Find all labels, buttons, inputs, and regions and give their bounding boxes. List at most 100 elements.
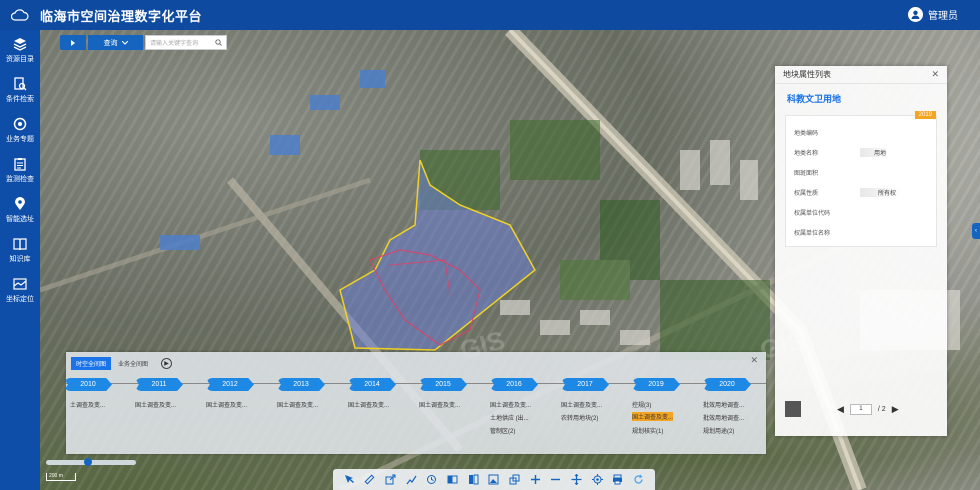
play-icon[interactable]: ▶ <box>161 358 173 369</box>
export-icon[interactable] <box>385 474 397 486</box>
sidebar-item-business-topic[interactable]: 业务专题 <box>0 110 40 150</box>
sidebar-item-label: 智能选址 <box>6 215 34 223</box>
tab-spatiotemporal[interactable]: 时空全间图 <box>71 357 112 370</box>
panel-toggle-button[interactable] <box>60 35 86 50</box>
property-label: 图斑面积 <box>794 170 819 177</box>
timeline-year[interactable]: 2019 <box>632 378 680 391</box>
search-icon[interactable] <box>215 39 222 46</box>
timeline-year[interactable]: 2010 <box>64 378 112 391</box>
topic-icon <box>13 117 27 130</box>
timeline-item[interactable]: 国土调查及变... <box>348 400 389 409</box>
sidebar-item-label: 条件检索 <box>6 95 34 103</box>
next-page-icon[interactable]: ▶ <box>892 404 899 415</box>
pan-icon[interactable] <box>571 474 583 486</box>
timeline-item[interactable]: 土地供应 (出... <box>490 413 529 422</box>
map-scale: 200 m <box>46 458 141 481</box>
pager: ◀ 1 / 2 ▶ <box>785 398 940 420</box>
timeline-item[interactable]: 控规(3) <box>632 400 651 409</box>
user-name: 管理员 <box>928 11 958 22</box>
parcel-property-panel: 地块属性列表 ✕ 科教文卫用地 2019 地类编码 地类名称 用地 图斑面积 权… <box>775 66 947 436</box>
timeline-item[interactable]: 国土调查及变... <box>277 400 318 409</box>
timeline-item[interactable]: 土调查及变... <box>70 400 105 409</box>
sidebar-item-resource-catalog[interactable]: 资源目录 <box>0 30 40 70</box>
timeline-item[interactable]: 国土调查及变... <box>561 400 602 409</box>
property-value: 用地 <box>860 147 891 157</box>
page-input[interactable]: 1 <box>849 403 872 415</box>
sidebar-item-label: 资源目录 <box>6 55 34 63</box>
timeline-item[interactable]: 国土调查及变... <box>206 400 247 409</box>
zoom-out-icon[interactable] <box>550 474 562 486</box>
close-icon[interactable]: ✕ <box>931 69 939 80</box>
clipboard-icon <box>14 157 26 171</box>
share-icon[interactable] <box>509 474 521 486</box>
tab-business[interactable]: 业务全间图 <box>113 357 153 370</box>
timeline-item-selected[interactable]: 国土调查及变... <box>632 412 674 421</box>
property-card: 2019 地类编码 地类名称 用地 图斑面积 权属性质 所有权 权属单位代码 权… <box>785 111 937 247</box>
property-label: 权属性质 <box>794 190 819 197</box>
search-input[interactable]: 请输入关键字查询 <box>145 35 227 50</box>
zoom-slider[interactable] <box>46 458 136 466</box>
sidebar: 资源目录 条件检索 业务专题 监测检查 智能选址 知识库 坐标定位 <box>0 30 40 490</box>
search-toolbar: 查询 请输入关键字查询 <box>60 35 227 50</box>
property-row: 权属性质 所有权 <box>786 182 936 202</box>
sidebar-item-label: 知识库 <box>9 255 31 263</box>
measure-icon[interactable] <box>364 474 376 486</box>
chevron-down-icon <box>121 40 128 45</box>
split-icon[interactable] <box>447 474 459 486</box>
sidebar-item-condition-search[interactable]: 条件检索 <box>0 70 40 110</box>
select-icon[interactable] <box>343 474 355 486</box>
scale-bar-label: 200 m <box>46 473 76 481</box>
page-total: / 2 <box>877 405 886 413</box>
timeline-item[interactable]: 批效用地调查... <box>703 413 744 422</box>
timeline-year[interactable]: 2016 <box>490 378 538 391</box>
timeline-year[interactable]: 2017 <box>561 378 609 391</box>
property-row: 图斑面积 <box>786 162 936 182</box>
user-menu[interactable]: 管理员 <box>908 7 958 22</box>
layout-icon[interactable] <box>467 474 479 486</box>
chart-icon[interactable] <box>405 474 417 486</box>
timeline-item[interactable]: 管制区(2) <box>490 426 515 435</box>
timeline-year[interactable]: 2015 <box>419 378 467 391</box>
timeline-panel: 时空全间图 业务全间图 ▶ ✕ 2010 2011 2012 2013 2014… <box>64 352 766 454</box>
property-value: 所有权 <box>860 187 901 197</box>
timeline-item[interactable]: 规划核实(1) <box>632 426 663 435</box>
close-icon[interactable]: ✕ <box>750 355 758 366</box>
property-label: 地类名称 <box>794 150 819 157</box>
timeline-item[interactable]: 国土调查及变... <box>135 400 176 409</box>
search-placeholder: 请输入关键字查询 <box>150 41 199 47</box>
refresh-icon[interactable] <box>633 474 645 486</box>
timeline-tabs: 时空全间图 业务全间图 ▶ <box>66 352 766 375</box>
sidebar-item-smart-siting[interactable]: 智能选址 <box>0 190 40 230</box>
year-badge: 2019 <box>914 111 936 119</box>
app-header: 临海市空间治理数字化平台 管理员 <box>0 0 980 30</box>
prev-page-icon[interactable]: ◀ <box>837 404 844 415</box>
zoom-slider-handle[interactable] <box>84 458 92 466</box>
locate-icon[interactable] <box>591 474 603 486</box>
property-row: 地类名称 用地 <box>786 142 936 162</box>
timeline-item[interactable]: 农转用地块(2) <box>561 413 598 422</box>
right-panel-toggle-icon[interactable]: ‹ <box>972 223 980 239</box>
sidebar-item-knowledge-base[interactable]: 知识库 <box>0 230 40 270</box>
parcel-thumbnail[interactable] <box>785 401 801 417</box>
app-title: 临海市空间治理数字化平台 <box>40 8 203 24</box>
timeline-item[interactable]: 国土调查及变... <box>419 400 460 409</box>
zoom-in-icon[interactable] <box>529 474 541 486</box>
sidebar-item-label: 监测检查 <box>6 175 34 183</box>
timeline-item[interactable]: 国土调查及变... <box>490 400 531 409</box>
timeline-year[interactable]: 2012 <box>206 378 254 391</box>
print-icon[interactable] <box>612 474 624 486</box>
timeline-item[interactable]: 批效用地调查... <box>703 400 744 409</box>
sidebar-item-monitoring[interactable]: 监测检查 <box>0 150 40 190</box>
timeline-year[interactable]: 2011 <box>135 378 183 391</box>
history-icon[interactable] <box>426 474 438 486</box>
timeline-year[interactable]: 2020 <box>703 378 751 391</box>
property-row: 地类编码 <box>786 122 936 142</box>
sidebar-item-coordinate[interactable]: 坐标定位 <box>0 270 40 310</box>
timeline-item[interactable]: 规划用途(2) <box>703 426 734 435</box>
timeline-year[interactable]: 2014 <box>348 378 396 391</box>
book-icon <box>13 237 27 250</box>
query-type-select[interactable]: 查询 <box>88 35 143 50</box>
image-icon[interactable] <box>488 474 500 486</box>
timeline-year[interactable]: 2013 <box>277 378 325 391</box>
layers-icon <box>13 37 27 51</box>
